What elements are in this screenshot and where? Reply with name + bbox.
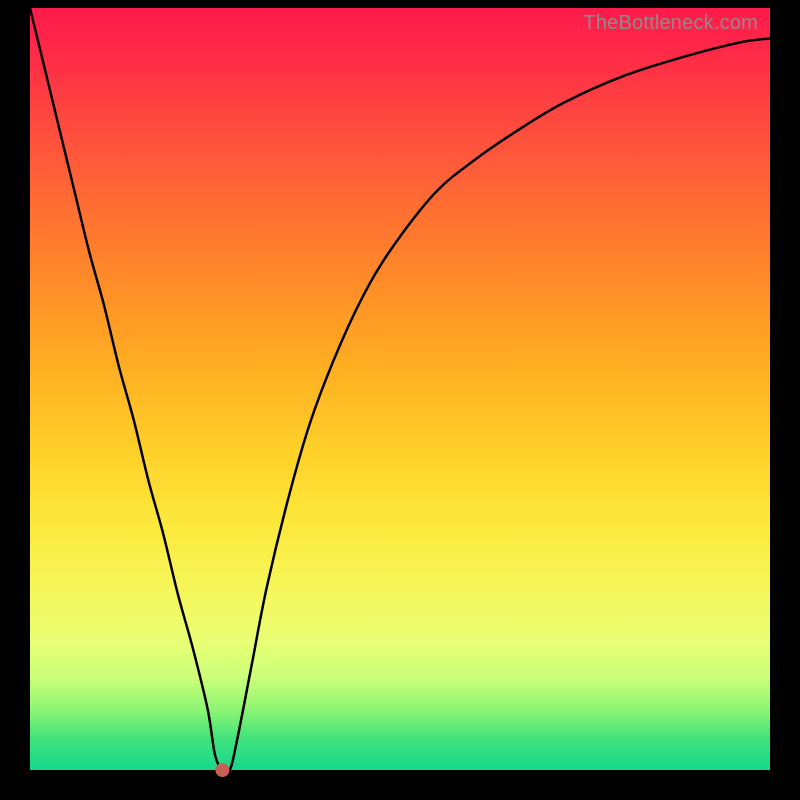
plot-area: TheBottleneck.com: [30, 8, 770, 770]
bottleneck-curve: [30, 8, 770, 773]
minimum-marker: [215, 763, 229, 777]
chart-stage: TheBottleneck.com: [0, 0, 800, 800]
curve-layer: [30, 8, 770, 770]
